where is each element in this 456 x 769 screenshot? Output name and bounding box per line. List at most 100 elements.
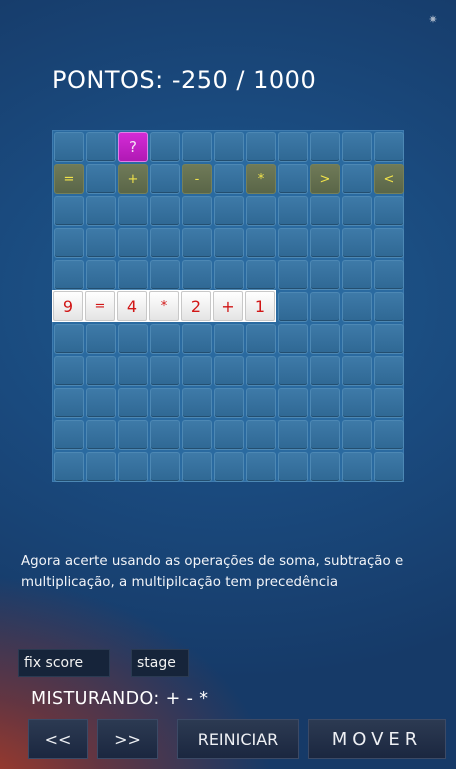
board-cell[interactable] <box>310 228 340 258</box>
board-cell[interactable] <box>278 132 308 162</box>
board-cell[interactable] <box>246 196 276 226</box>
board-cell[interactable] <box>54 388 84 418</box>
settings-gear-icon[interactable]: ✷ <box>428 14 438 25</box>
equation-tile[interactable]: + <box>213 291 243 321</box>
board-cell[interactable] <box>374 324 404 354</box>
board-cell[interactable] <box>278 452 308 482</box>
board-cell[interactable] <box>214 420 244 450</box>
board-cell[interactable] <box>54 260 84 290</box>
operator-tile[interactable]: - <box>182 164 212 194</box>
move-button[interactable]: MOVER <box>308 719 446 759</box>
board-cell[interactable] <box>214 324 244 354</box>
board-cell[interactable] <box>374 420 404 450</box>
board-cell[interactable] <box>150 388 180 418</box>
board-cell[interactable] <box>246 324 276 354</box>
board-cell[interactable] <box>310 324 340 354</box>
board-cell[interactable] <box>86 452 116 482</box>
board-cell[interactable] <box>86 260 116 290</box>
board-cell[interactable] <box>278 260 308 290</box>
board-cell[interactable] <box>118 388 148 418</box>
board-cell[interactable] <box>278 164 308 194</box>
board-cell[interactable] <box>342 388 372 418</box>
board-cell[interactable] <box>278 324 308 354</box>
board-cell[interactable] <box>342 292 372 322</box>
board-cell[interactable] <box>86 164 116 194</box>
board-cell[interactable] <box>54 228 84 258</box>
board-cell[interactable] <box>278 420 308 450</box>
board-cell[interactable] <box>374 228 404 258</box>
board-cell[interactable] <box>118 452 148 482</box>
board-cell[interactable] <box>278 292 308 322</box>
board-cell[interactable] <box>310 388 340 418</box>
equation-tile[interactable]: = <box>85 291 115 321</box>
equation-tile[interactable]: 4 <box>117 291 147 321</box>
board-cell[interactable] <box>182 324 212 354</box>
board-cell[interactable] <box>246 260 276 290</box>
board-cell[interactable] <box>246 388 276 418</box>
stage-button[interactable]: stage <box>131 649 189 677</box>
equation-tile[interactable]: 9 <box>53 291 83 321</box>
board-cell[interactable] <box>150 420 180 450</box>
board-cell[interactable] <box>54 356 84 386</box>
board-cell[interactable] <box>310 452 340 482</box>
next-button[interactable]: >> <box>97 719 158 759</box>
board-cell[interactable] <box>118 420 148 450</box>
board-cell[interactable] <box>374 388 404 418</box>
board-cell[interactable] <box>246 228 276 258</box>
board-cell[interactable] <box>118 228 148 258</box>
board-cell[interactable] <box>374 356 404 386</box>
board-cell[interactable] <box>118 196 148 226</box>
board-cell[interactable] <box>86 228 116 258</box>
board-cell[interactable] <box>118 260 148 290</box>
operator-tile[interactable]: = <box>54 164 84 194</box>
board-cell[interactable] <box>182 356 212 386</box>
fix-score-button[interactable]: fix score <box>18 649 110 677</box>
board-cell[interactable] <box>150 260 180 290</box>
board-cell[interactable] <box>150 132 180 162</box>
operator-tile[interactable]: > <box>310 164 340 194</box>
board-cell[interactable] <box>214 356 244 386</box>
equation-tile[interactable]: 1 <box>245 291 275 321</box>
board-cell[interactable] <box>214 228 244 258</box>
equation-tile[interactable]: * <box>149 291 179 321</box>
board-cell[interactable] <box>246 132 276 162</box>
board-cell[interactable] <box>150 356 180 386</box>
board-cell[interactable] <box>54 324 84 354</box>
board-cell[interactable] <box>182 260 212 290</box>
board-cell[interactable] <box>86 388 116 418</box>
board-cell[interactable] <box>342 260 372 290</box>
board-cell[interactable] <box>342 132 372 162</box>
board-cell[interactable] <box>342 228 372 258</box>
board-cell[interactable] <box>150 228 180 258</box>
board-cell[interactable] <box>374 260 404 290</box>
board-cell[interactable] <box>86 196 116 226</box>
board-cell[interactable] <box>278 356 308 386</box>
board-cell[interactable] <box>54 452 84 482</box>
board-cell[interactable] <box>310 292 340 322</box>
board-cell[interactable] <box>182 452 212 482</box>
board-cell[interactable] <box>214 388 244 418</box>
board-cell[interactable] <box>310 420 340 450</box>
equation-tile[interactable]: 2 <box>181 291 211 321</box>
board-cell[interactable] <box>374 452 404 482</box>
board-cell[interactable] <box>374 196 404 226</box>
board-cell[interactable] <box>150 164 180 194</box>
board-cell[interactable] <box>118 356 148 386</box>
operator-tile[interactable]: < <box>374 164 404 194</box>
board-cell[interactable] <box>342 324 372 354</box>
board-cell[interactable] <box>182 420 212 450</box>
board-cell[interactable] <box>374 132 404 162</box>
board-cell[interactable] <box>150 196 180 226</box>
board-cell[interactable] <box>278 196 308 226</box>
board-cell[interactable] <box>150 452 180 482</box>
board-cell[interactable] <box>246 452 276 482</box>
board-cell[interactable] <box>86 324 116 354</box>
board-cell[interactable] <box>246 356 276 386</box>
board-cell[interactable] <box>310 356 340 386</box>
selected-mystery-tile[interactable]: ? <box>118 132 148 162</box>
board-cell[interactable] <box>214 260 244 290</box>
board-cell[interactable] <box>54 132 84 162</box>
board-cell[interactable] <box>54 196 84 226</box>
board-cell[interactable] <box>86 132 116 162</box>
board-cell[interactable] <box>214 196 244 226</box>
